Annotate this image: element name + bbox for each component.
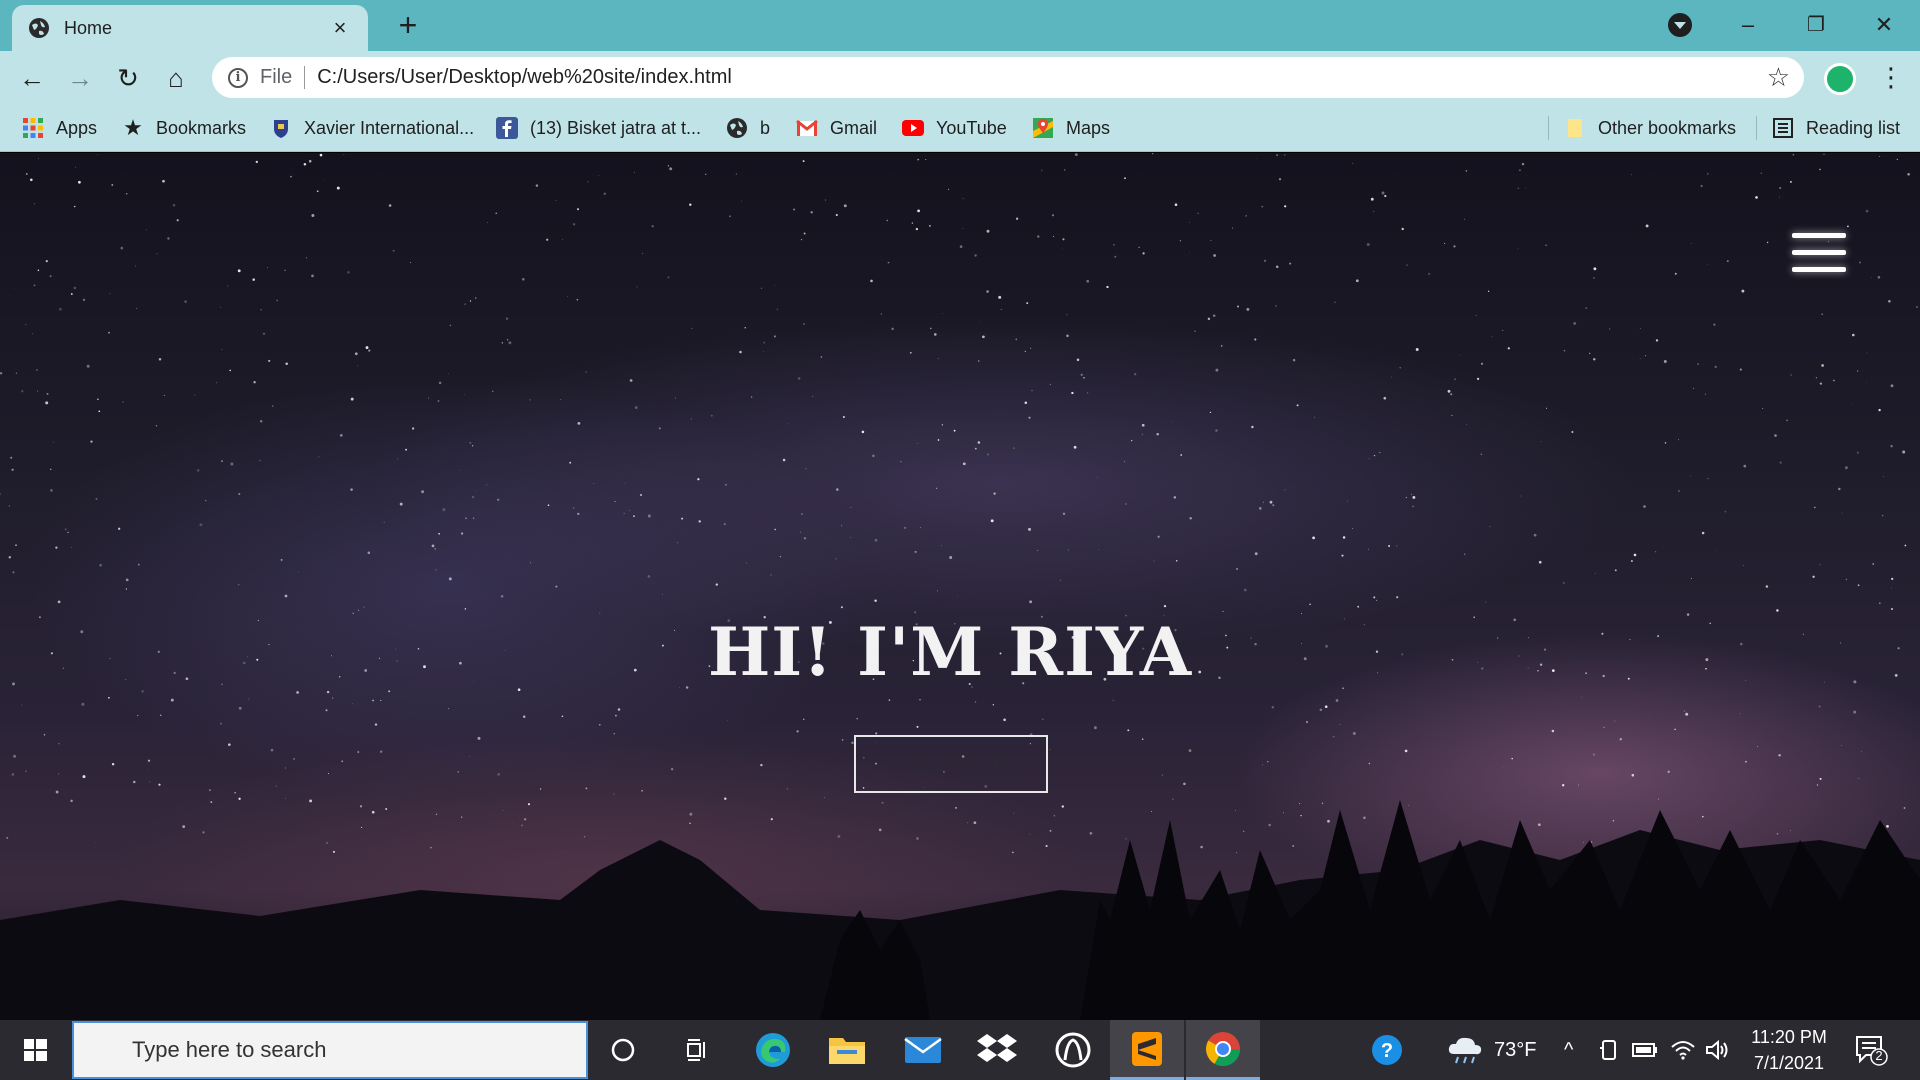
close-window-button[interactable]: ✕	[1856, 8, 1912, 42]
hero-title: HI! I'M RIYA	[707, 613, 1193, 691]
back-arrow-icon[interactable]: ←	[16, 62, 48, 94]
svg-text:?: ?	[1381, 1040, 1393, 1062]
taskbar-search-input[interactable]: Type here to search	[72, 1021, 588, 1079]
rain-cloud-icon	[1448, 1037, 1482, 1064]
edge-browser-icon[interactable]	[736, 1020, 810, 1080]
bookmark-facebook[interactable]: (13) Bisket jatra at t...	[496, 114, 701, 142]
weather-widget[interactable]: 73°F	[1446, 1020, 1536, 1080]
bookmark-label: (13) Bisket jatra at t...	[530, 117, 702, 138]
apps-grid-icon	[23, 118, 43, 138]
tab-search-icon[interactable]	[1668, 13, 1692, 37]
tab-title: Home	[64, 17, 113, 38]
new-tab-button[interactable]: +	[392, 9, 424, 42]
file-explorer-icon[interactable]	[810, 1020, 884, 1080]
profile-avatar[interactable]	[1824, 63, 1856, 95]
folder-icon	[1568, 119, 1582, 137]
star-icon: ★	[123, 115, 143, 140]
reading-list-icon	[1773, 118, 1793, 138]
page-viewport: HI! I'M RIYA CONTACT ME	[0, 153, 1920, 1020]
bookmark-label: Gmail	[830, 117, 878, 138]
gmail-icon	[796, 119, 818, 136]
device-icon[interactable]	[1598, 1020, 1620, 1080]
menu-kebab-icon[interactable]: ⋮	[1878, 61, 1904, 93]
reading-list-label: Reading list	[1806, 117, 1901, 138]
other-bookmarks-label: Other bookmarks	[1598, 117, 1737, 138]
cortana-icon[interactable]	[586, 1020, 660, 1080]
address-scheme: File	[260, 66, 306, 89]
maps-icon	[1033, 118, 1053, 138]
sublime-text-icon[interactable]	[1110, 1020, 1184, 1080]
tab-strip: Home × + – ❐ ✕	[0, 0, 1920, 51]
crest-icon	[274, 120, 288, 138]
globe-icon	[29, 18, 49, 38]
minimize-button[interactable]: –	[1720, 8, 1776, 42]
bookmarks-bar: Apps ★ Bookmarks Xavier International...…	[0, 104, 1920, 152]
reading-list[interactable]: Reading list	[1772, 114, 1900, 142]
clock-time: 11:20 PM	[1751, 1027, 1827, 1047]
bookmark-apps[interactable]: Apps	[22, 114, 97, 142]
dropbox-icon[interactable]	[960, 1020, 1034, 1080]
address-bar[interactable]: i File C:/Users/User/Desktop/web%20site/…	[212, 57, 1804, 98]
site-info-icon[interactable]: i	[228, 67, 248, 88]
notification-count: 2	[1875, 1048, 1883, 1063]
search-placeholder: Type here to search	[132, 1037, 327, 1062]
volume-icon[interactable]	[1704, 1020, 1730, 1080]
weather-temperature: 73°F	[1494, 1038, 1537, 1061]
task-view-icon[interactable]	[660, 1020, 734, 1080]
restore-button[interactable]: ❐	[1788, 8, 1844, 42]
bookmark-maps[interactable]: Maps	[1032, 114, 1110, 142]
bookmark-youtube[interactable]: YouTube	[902, 114, 1007, 142]
bookmark-gmail[interactable]: Gmail	[796, 114, 877, 142]
hamburger-menu-icon[interactable]	[1792, 233, 1846, 273]
bookmark-label: Apps	[56, 117, 98, 138]
help-icon[interactable]: ?	[1370, 1020, 1404, 1080]
app-ring-icon[interactable]	[1036, 1020, 1110, 1080]
bookmark-label: Maps	[1066, 117, 1111, 138]
chrome-icon[interactable]	[1186, 1020, 1260, 1080]
start-button[interactable]	[0, 1020, 72, 1080]
tab-home[interactable]: Home ×	[12, 5, 368, 51]
tab-close-icon[interactable]: ×	[328, 15, 352, 41]
facebook-icon	[496, 117, 518, 139]
bookmark-label: Bookmarks	[156, 117, 247, 138]
home-icon[interactable]: ⌂	[160, 62, 192, 94]
forward-arrow-icon[interactable]: →	[64, 62, 96, 94]
youtube-icon	[902, 120, 924, 136]
contact-me-button[interactable]: CONTACT ME	[854, 735, 1048, 793]
reload-icon[interactable]: ↻	[112, 62, 144, 94]
browser-toolbar: ← → ↻ ⌂ i File C:/Users/User/Desktop/web…	[0, 51, 1920, 104]
bookmark-star-icon[interactable]: ☆	[1767, 62, 1790, 93]
bookmark-bookmarks[interactable]: ★ Bookmarks	[122, 114, 246, 142]
clock-date: 7/1/2021	[1753, 1053, 1825, 1073]
notification-center-icon[interactable]: 2	[1854, 1034, 1888, 1066]
bookmark-label: b	[760, 117, 771, 138]
mail-icon[interactable]	[886, 1020, 960, 1080]
other-bookmarks[interactable]: Other bookmarks	[1564, 114, 1736, 142]
bookmarks-divider	[1548, 116, 1549, 140]
wifi-icon[interactable]	[1670, 1020, 1696, 1080]
globe-icon	[727, 118, 747, 138]
bookmark-b[interactable]: b	[726, 114, 770, 142]
bookmark-xavier[interactable]: Xavier International...	[270, 114, 474, 142]
windows-taskbar: Type here to search ? 73°F ^ 11:20 PM 7/…	[0, 1020, 1920, 1080]
bookmark-label: Xavier International...	[304, 117, 475, 138]
windows-logo-icon	[24, 1039, 47, 1061]
bookmark-label: YouTube	[936, 117, 1007, 138]
show-hidden-icons-icon[interactable]: ^	[1564, 1020, 1573, 1080]
battery-icon[interactable]	[1632, 1020, 1658, 1080]
bookmarks-divider	[1756, 116, 1757, 140]
address-url[interactable]: C:/Users/User/Desktop/web%20site/index.h…	[317, 66, 1766, 89]
system-clock[interactable]: 11:20 PM 7/1/2021	[1744, 1024, 1834, 1076]
